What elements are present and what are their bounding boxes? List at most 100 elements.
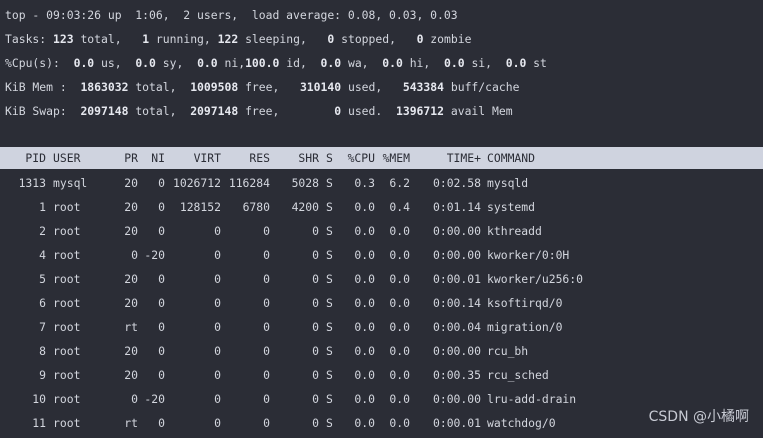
cell-user: root: [53, 344, 81, 358]
cell-user: root: [53, 392, 81, 406]
cell-command: rcu_bh: [487, 344, 529, 358]
column-header-cpu[interactable]: %CPU: [348, 147, 375, 169]
tasks-sleeping-text: sleeping,: [245, 32, 307, 46]
cell-mem: 0.0: [389, 416, 410, 430]
cell-virt: 0: [214, 344, 221, 358]
cell-virt: 0: [214, 248, 221, 262]
table-row[interactable]: 7 root rt 0 0 0 0 S 0.0 0.0 0:00.04 migration/0: [0, 315, 763, 339]
cpu-si-text: si,: [471, 56, 493, 70]
cell-virt: 0: [214, 368, 221, 382]
mem-free: 1009508: [190, 80, 239, 94]
cell-cpu: 0.0: [354, 272, 375, 286]
cell-cpu: 0.0: [354, 200, 375, 214]
cell-mem: 0.0: [389, 272, 410, 286]
cell-time: 0:00.00: [432, 392, 481, 406]
column-header-pr[interactable]: PR: [124, 147, 138, 169]
column-header-res[interactable]: RES: [249, 147, 270, 169]
cell-shr: 0: [312, 368, 319, 382]
tasks-total: 123: [53, 32, 74, 46]
table-row[interactable]: 2 root 20 0 0 0 0 S 0.0 0.0 0:00.00 kthreadd: [0, 219, 763, 243]
cell-cpu: 0.0: [354, 320, 375, 334]
cell-mem: 0.0: [389, 344, 410, 358]
cell-virt: 0: [214, 296, 221, 310]
cell-pr: 20: [124, 224, 138, 238]
cell-ni: 0: [158, 176, 165, 190]
cell-time: 0:02.58: [432, 176, 481, 190]
swap-label: KiB Swap:: [5, 104, 67, 118]
table-row[interactable]: 1313 mysql 20 0 1026712 116284 5028 S 0.3 6.2 0:02…: [0, 171, 763, 195]
cell-mem: 0.0: [389, 224, 410, 238]
swap-total-text: total,: [135, 104, 177, 118]
cell-res: 0: [263, 224, 270, 238]
column-header-virt[interactable]: VIRT: [194, 147, 221, 169]
table-row[interactable]: 5 root 20 0 0 0 0 S 0.0 0.0 0:00.01 kworker/u256:0: [0, 267, 763, 291]
cell-command: rcu_sched: [487, 368, 549, 382]
cell-pr: rt: [124, 416, 138, 430]
cell-pr: 20: [124, 344, 138, 358]
cell-time: 0:00.01: [432, 272, 481, 286]
tasks-sleeping: 122: [217, 32, 239, 46]
cell-cpu: 0.0: [354, 368, 375, 382]
column-header-s[interactable]: S: [326, 147, 333, 169]
cpu-id-text: id,: [286, 56, 307, 70]
cell-virt: 0: [214, 272, 221, 286]
table-row[interactable]: 8 root 20 0 0 0 0 S 0.0 0.0 0:00.00 rcu_bh: [0, 339, 763, 363]
cpu-sy-text: sy,: [162, 56, 184, 70]
cell-s: S: [326, 248, 333, 262]
column-header-time[interactable]: TIME+: [447, 147, 481, 169]
cell-s: S: [326, 224, 333, 238]
cell-s: S: [326, 416, 333, 430]
table-row[interactable]: 1 root 20 0 128152 6780 4200 S 0.0 0.4 0:01.14 syst…: [0, 195, 763, 219]
cell-ni: 0: [158, 200, 165, 214]
cell-user: root: [53, 248, 81, 262]
cell-time: 0:00.04: [432, 320, 481, 334]
swap-free: 2097148: [190, 104, 239, 118]
cell-pid: 6: [39, 296, 46, 310]
cell-pr: 20: [124, 296, 138, 310]
cell-time: 0:00.14: [432, 296, 481, 310]
column-header-command[interactable]: COMMAND: [487, 147, 535, 169]
cell-ni: 0: [158, 368, 165, 382]
cell-shr: 0: [312, 392, 319, 406]
cpu-si: 0.0: [444, 56, 465, 70]
cell-s: S: [326, 344, 333, 358]
tasks-stopped: 0: [327, 32, 335, 46]
column-header-ni[interactable]: NI: [151, 147, 165, 169]
cell-time: 0:00.00: [432, 248, 481, 262]
cell-ni: 0: [158, 320, 165, 334]
cell-res: 0: [263, 416, 270, 430]
cpu-wa-text: wa,: [347, 56, 369, 70]
cell-res: 116284: [228, 176, 270, 190]
cell-res: 0: [263, 320, 270, 334]
table-row[interactable]: 4 root 0 -20 0 0 0 S 0.0 0.0 0:00.00 kworker/0:0H: [0, 243, 763, 267]
cell-cpu: 0.0: [354, 248, 375, 262]
column-header-user[interactable]: USER: [53, 147, 80, 169]
cpu-sy: 0.0: [135, 56, 156, 70]
terminal-window[interactable]: top - 09:03:26 up 1:06, 2 users, load av…: [0, 0, 763, 438]
mem-total: 1863032: [80, 80, 129, 94]
cell-command: systemd: [487, 200, 536, 214]
cell-virt: 0: [214, 392, 221, 406]
cpu-hi-text: hi,: [409, 56, 431, 70]
mem-line: KiB Mem : 1863032 total, 1009508 free, 3…: [5, 75, 519, 99]
column-header-mem[interactable]: %MEM: [383, 147, 410, 169]
cell-cpu: 0.0: [354, 416, 375, 430]
cell-cpu: 0.0: [354, 344, 375, 358]
table-row[interactable]: 6 root 20 0 0 0 0 S 0.0 0.0 0:00.14 ksoftirqd/0: [0, 291, 763, 315]
mem-total-text: total,: [135, 80, 177, 94]
cell-virt: 128152: [179, 200, 221, 214]
cell-shr: 0: [312, 344, 319, 358]
cell-shr: 5028: [291, 176, 319, 190]
cpu-st: 0.0: [505, 56, 527, 70]
cell-ni: -20: [144, 392, 165, 406]
cell-shr: 4200: [291, 200, 319, 214]
swap-used: 0: [334, 104, 342, 118]
table-row[interactable]: 9 root 20 0 0 0 0 S 0.0 0.0 0:00.35 rcu_sched: [0, 363, 763, 387]
tasks-label: Tasks:: [5, 32, 47, 46]
column-header-shr[interactable]: SHR: [298, 147, 319, 169]
cell-shr: 0: [312, 320, 319, 334]
swap-used-text: used.: [347, 104, 383, 118]
tasks-zombie-text: zombie: [430, 32, 472, 46]
cell-res: 6780: [242, 200, 270, 214]
column-header-pid[interactable]: PID: [25, 147, 46, 169]
